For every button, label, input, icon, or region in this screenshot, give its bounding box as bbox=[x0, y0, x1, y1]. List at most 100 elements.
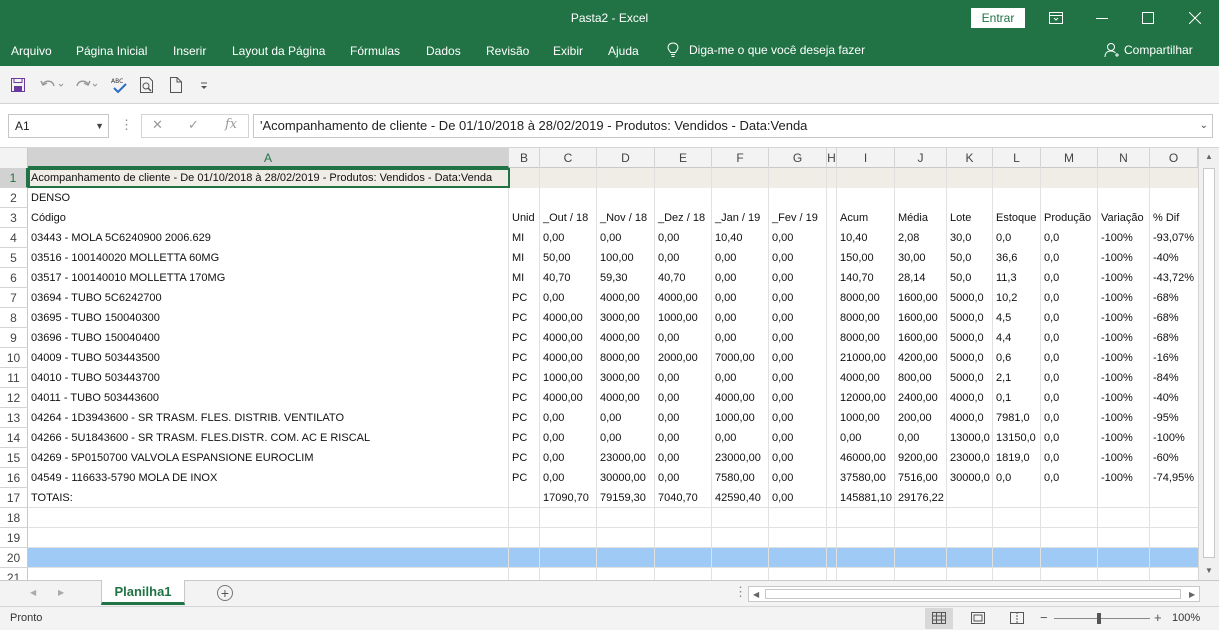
cell-g4[interactable]: 0,00 bbox=[769, 228, 793, 248]
cell-k5[interactable]: 50,0 bbox=[947, 248, 971, 268]
cell-f6[interactable]: 0,00 bbox=[712, 268, 736, 288]
column-header-e[interactable]: E bbox=[655, 148, 712, 168]
cell-a16[interactable]: 04549 - 116633-5790 MOLA DE INOX bbox=[28, 468, 217, 488]
cell-o9[interactable]: -68% bbox=[1150, 328, 1179, 348]
cell-n12[interactable]: -100% bbox=[1098, 388, 1133, 408]
cell-f15[interactable]: 23000,00 bbox=[712, 448, 761, 468]
page-break-icon[interactable] bbox=[1010, 612, 1024, 624]
cell-c7[interactable]: 0,00 bbox=[540, 288, 564, 308]
cell-l10[interactable]: 0,6 bbox=[993, 348, 1011, 368]
cell-l14[interactable]: 13150,0 bbox=[993, 428, 1036, 448]
cell-g16[interactable]: 0,00 bbox=[769, 468, 793, 488]
cell-c16[interactable]: 0,00 bbox=[540, 468, 564, 488]
cell-n5[interactable]: -100% bbox=[1098, 248, 1133, 268]
name-box[interactable]: A1 ▼ bbox=[8, 114, 109, 138]
cell-m7[interactable]: 0,0 bbox=[1041, 288, 1059, 308]
cell-a12[interactable]: 04011 - TUBO 503443600 bbox=[28, 388, 159, 408]
cell-e5[interactable]: 0,00 bbox=[655, 248, 679, 268]
tab-ajuda[interactable]: Ajuda bbox=[608, 44, 639, 58]
share-button[interactable]: Compartilhar bbox=[1104, 42, 1193, 58]
cell-n16[interactable]: -100% bbox=[1098, 468, 1133, 488]
cell-j11[interactable]: 800,00 bbox=[895, 368, 932, 388]
cell-g8[interactable]: 0,00 bbox=[769, 308, 793, 328]
cell-k10[interactable]: 5000,0 bbox=[947, 348, 984, 368]
zoom-in-icon[interactable]: + bbox=[1154, 610, 1162, 625]
select-all-corner[interactable] bbox=[0, 148, 28, 168]
row-header-11[interactable]: 11 bbox=[0, 368, 28, 388]
row-header-10[interactable]: 10 bbox=[0, 348, 28, 368]
undo-icon[interactable] bbox=[39, 76, 65, 94]
cell-l3[interactable]: Estoque bbox=[993, 208, 1036, 228]
cell-c8[interactable]: 4000,00 bbox=[540, 308, 583, 328]
cell-b15[interactable]: PC bbox=[509, 448, 527, 468]
cell-f5[interactable]: 0,00 bbox=[712, 248, 736, 268]
cell-e8[interactable]: 1000,00 bbox=[655, 308, 698, 328]
formula-input[interactable]: 'Acompanhamento de cliente - De 01/10/20… bbox=[253, 114, 1213, 138]
cell-e15[interactable]: 0,00 bbox=[655, 448, 679, 468]
cell-a15[interactable]: 04269 - 5P0150700 VALVOLA ESPANSIONE EUR… bbox=[28, 448, 313, 468]
row-header-13[interactable]: 13 bbox=[0, 408, 28, 428]
cell-g17[interactable]: 0,00 bbox=[769, 488, 793, 508]
cell-a14[interactable]: 04266 - 5U1843600 - SR TRASM. FLES.DISTR… bbox=[28, 428, 370, 448]
scroll-thumb[interactable] bbox=[1203, 168, 1215, 558]
normal-view-icon[interactable] bbox=[932, 612, 946, 624]
cell-c6[interactable]: 40,70 bbox=[540, 268, 571, 288]
row-header-9[interactable]: 9 bbox=[0, 328, 28, 348]
row-header-7[interactable]: 7 bbox=[0, 288, 28, 308]
next-sheet-icon[interactable]: ▶ bbox=[58, 588, 64, 597]
row-header-17[interactable]: 17 bbox=[0, 488, 28, 508]
cell-f7[interactable]: 0,00 bbox=[712, 288, 736, 308]
column-header-c[interactable]: C bbox=[540, 148, 597, 168]
cell-j4[interactable]: 2,08 bbox=[895, 228, 919, 248]
customize-toolbar-icon[interactable] bbox=[199, 76, 209, 94]
tab-arquivo[interactable]: Arquivo bbox=[11, 44, 52, 58]
cell-n15[interactable]: -100% bbox=[1098, 448, 1133, 468]
add-sheet-icon[interactable]: + bbox=[217, 585, 233, 601]
row-header-6[interactable]: 6 bbox=[0, 268, 28, 288]
cell-c12[interactable]: 4000,00 bbox=[540, 388, 583, 408]
cell-d4[interactable]: 0,00 bbox=[597, 228, 621, 248]
cell-e17[interactable]: 7040,70 bbox=[655, 488, 698, 508]
tab-dados[interactable]: Dados bbox=[426, 44, 461, 58]
drag-handle-icon[interactable]: ⋮ bbox=[120, 117, 133, 133]
cell-l8[interactable]: 4,5 bbox=[993, 308, 1011, 328]
column-header-d[interactable]: D bbox=[597, 148, 655, 168]
cell-k15[interactable]: 23000,0 bbox=[947, 448, 990, 468]
cell-b13[interactable]: PC bbox=[509, 408, 527, 428]
cell-d8[interactable]: 3000,00 bbox=[597, 308, 640, 328]
cell-e6[interactable]: 40,70 bbox=[655, 268, 686, 288]
cell-k12[interactable]: 4000,0 bbox=[947, 388, 984, 408]
sign-in-button[interactable]: Entrar bbox=[971, 8, 1025, 28]
cell-d9[interactable]: 4000,00 bbox=[597, 328, 640, 348]
cell-n6[interactable]: -100% bbox=[1098, 268, 1133, 288]
cell-n9[interactable]: -100% bbox=[1098, 328, 1133, 348]
horizontal-scrollbar[interactable]: ◀ ▶ bbox=[748, 586, 1200, 602]
cell-i15[interactable]: 46000,00 bbox=[837, 448, 886, 468]
cell-f17[interactable]: 42590,40 bbox=[712, 488, 761, 508]
cell-g3[interactable]: _Fev / 19 bbox=[769, 208, 818, 228]
cell-i7[interactable]: 8000,00 bbox=[837, 288, 880, 308]
cell-n11[interactable]: -100% bbox=[1098, 368, 1133, 388]
cell-k9[interactable]: 5000,0 bbox=[947, 328, 984, 348]
cell-o8[interactable]: -68% bbox=[1150, 308, 1179, 328]
cell-o11[interactable]: -84% bbox=[1150, 368, 1179, 388]
cell-n7[interactable]: -100% bbox=[1098, 288, 1133, 308]
cells-area[interactable]: Acompanhamento de cliente - De 01/10/201… bbox=[28, 168, 1198, 580]
prev-sheet-icon[interactable]: ◀ bbox=[30, 588, 36, 597]
cell-g9[interactable]: 0,00 bbox=[769, 328, 793, 348]
cell-j16[interactable]: 7516,00 bbox=[895, 468, 938, 488]
cell-b6[interactable]: MI bbox=[509, 268, 524, 288]
cell-j5[interactable]: 30,00 bbox=[895, 248, 926, 268]
cell-g10[interactable]: 0,00 bbox=[769, 348, 793, 368]
cell-g12[interactable]: 0,00 bbox=[769, 388, 793, 408]
cell-c10[interactable]: 4000,00 bbox=[540, 348, 583, 368]
cell-a13[interactable]: 04264 - 1D3943600 - SR TRASM. FLES. DIST… bbox=[28, 408, 344, 428]
cell-j12[interactable]: 2400,00 bbox=[895, 388, 938, 408]
cell-e12[interactable]: 0,00 bbox=[655, 388, 679, 408]
cell-c4[interactable]: 0,00 bbox=[540, 228, 564, 248]
row-header-20[interactable]: 20 bbox=[0, 548, 28, 568]
cell-m5[interactable]: 0,0 bbox=[1041, 248, 1059, 268]
cell-j17[interactable]: 29176,22 bbox=[895, 488, 944, 508]
cell-i3[interactable]: Acum bbox=[837, 208, 868, 228]
cell-f4[interactable]: 10,40 bbox=[712, 228, 743, 248]
